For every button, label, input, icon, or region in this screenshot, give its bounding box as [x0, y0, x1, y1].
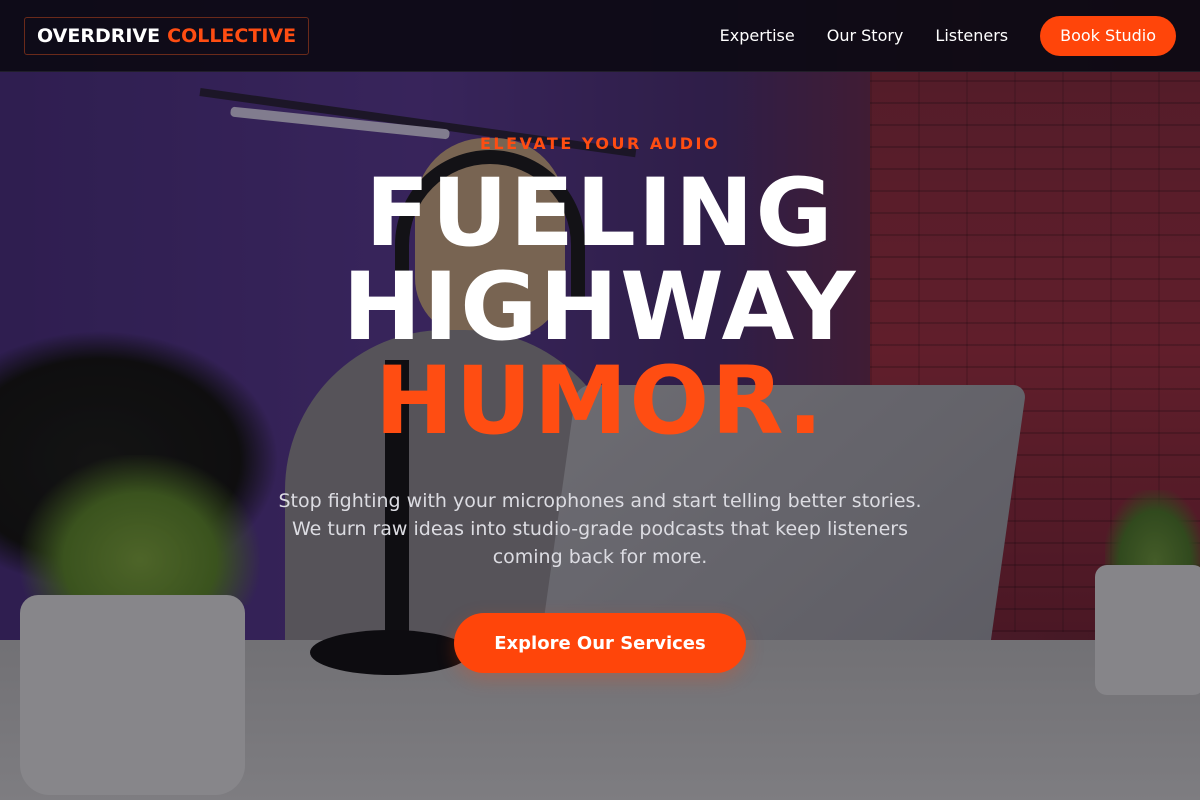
book-studio-button[interactable]: Book Studio	[1040, 15, 1176, 56]
hero-subtext: Stop fighting with your microphones and …	[278, 490, 922, 568]
explore-services-button[interactable]: Explore Our Services	[454, 613, 746, 673]
hero-section: ELEVATE YOUR AUDIO FUELING HIGHWAY HUMOR…	[0, 72, 1200, 800]
brand-name-primary: OVERDRIVE	[37, 24, 161, 47]
headline-line-1: FUELING	[365, 159, 835, 268]
nav-link-our-story[interactable]: Our Story	[827, 26, 904, 45]
headline-accent: HUMOR.	[374, 347, 826, 456]
site-header: OVERDRIVE COLLECTIVE Expertise Our Story…	[0, 0, 1200, 72]
brand-name-accent: COLLECTIVE	[167, 24, 297, 47]
nav-link-expertise[interactable]: Expertise	[720, 26, 795, 45]
hero-eyebrow: ELEVATE YOUR AUDIO	[479, 134, 721, 153]
nav-link-listeners[interactable]: Listeners	[935, 26, 1008, 45]
headline-line-2: HIGHWAY	[342, 253, 858, 362]
brand-logo[interactable]: OVERDRIVE COLLECTIVE	[24, 16, 310, 55]
hero-headline: FUELING HIGHWAY HUMOR.	[343, 167, 858, 449]
main-nav: Expertise Our Story Listeners Book Studi…	[720, 15, 1176, 56]
